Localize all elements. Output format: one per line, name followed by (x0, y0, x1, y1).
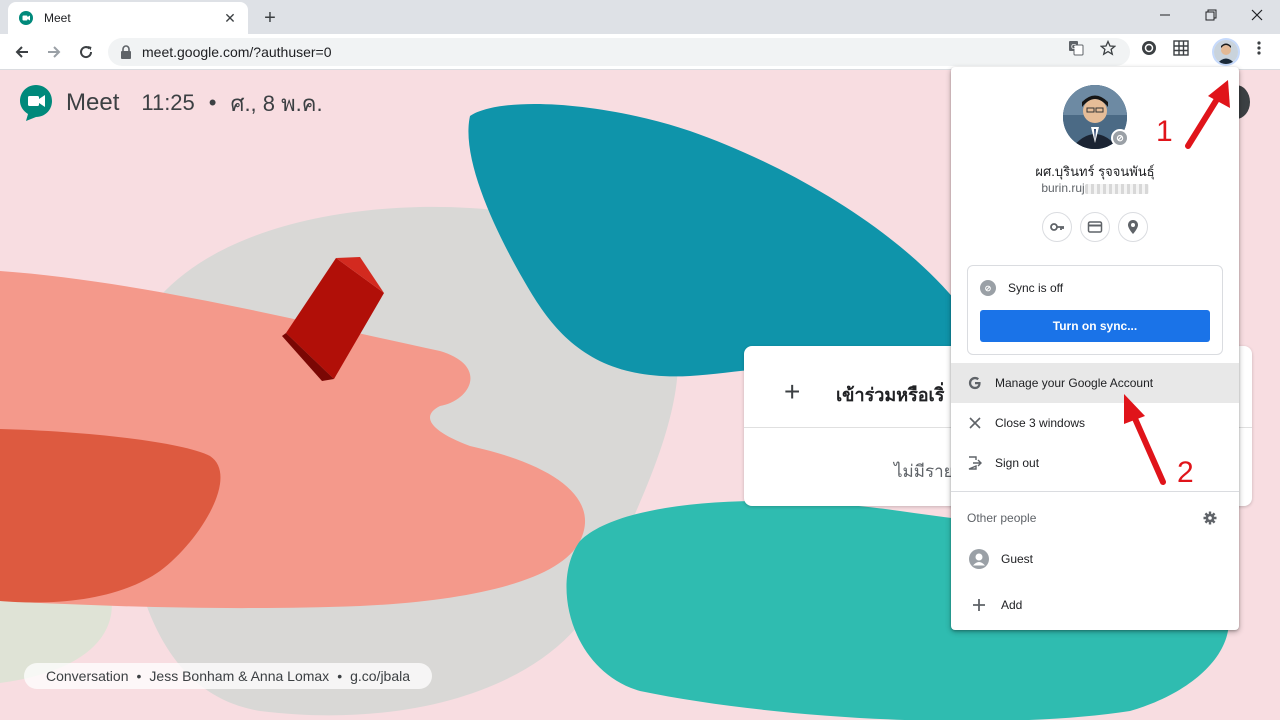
tab-title: Meet (44, 11, 71, 25)
google-g-icon (967, 375, 983, 391)
join-or-start-button[interactable]: เข้าร่วมหรือเริ่ (836, 380, 944, 409)
illustration-credit: Conversation • Jess Bonham & Anna Lomax … (24, 663, 433, 689)
reload-button[interactable] (72, 38, 100, 66)
forward-button[interactable] (40, 38, 68, 66)
close-windows-item[interactable]: Close 3 windows (951, 403, 1239, 443)
add-profile-item[interactable]: Add (951, 585, 1239, 625)
meet-separator: • (208, 90, 217, 115)
bookmark-star-icon[interactable] (1100, 40, 1116, 56)
browser-toolbar: meet.google.com/?authuser=0 G (0, 34, 1280, 70)
menu-divider (951, 491, 1239, 492)
new-tab-button[interactable]: + (258, 6, 282, 30)
sync-box: ⊘ Sync is off Turn on sync... (967, 265, 1223, 355)
chrome-menu-icon[interactable] (1251, 40, 1267, 56)
manage-account-label: Manage your Google Account (995, 376, 1154, 390)
meet-header: Meet 11:25 • ศ., 8 พ.ค. (20, 85, 323, 121)
annotation-step-2: 2 (1177, 456, 1194, 489)
credit-separator: • (136, 668, 142, 684)
svg-text:G: G (1071, 43, 1076, 51)
profile-email: burin.ruj (951, 181, 1239, 195)
no-meetings-text: ไม่มีราย (894, 462, 954, 481)
address-bar[interactable]: meet.google.com/?authuser=0 (108, 38, 1130, 66)
sign-out-item[interactable]: Sign out (951, 443, 1239, 483)
addresses-button[interactable] (1118, 212, 1148, 242)
close-window-button[interactable] (1234, 0, 1280, 30)
reload-icon (80, 46, 93, 59)
annotation-step-1: 1 (1156, 115, 1173, 148)
minimize-button[interactable] (1142, 0, 1188, 30)
forward-arrow-icon (48, 46, 61, 58)
manage-people-gear-icon[interactable] (1201, 509, 1219, 527)
guest-label: Guest (1001, 552, 1034, 566)
plus-icon[interactable]: + (784, 376, 800, 408)
credit-title: Conversation (46, 668, 129, 684)
turn-on-sync-button[interactable]: Turn on sync... (980, 310, 1210, 342)
plus-icon (969, 595, 989, 615)
translate-icon[interactable]: G (1068, 40, 1084, 56)
profile-menu: ⊘ ผศ.บุรินทร์ รุจจนพันธุ์ burin.ruj ⊘ Sy… (951, 67, 1239, 630)
extension-icon[interactable] (1141, 40, 1157, 56)
meet-date: ศ., 8 พ.ค. (230, 90, 323, 116)
meet-title[interactable]: Meet (66, 89, 119, 117)
profile-name: ผศ.บุรินทร์ รุจจนพันธุ์ (1035, 164, 1155, 179)
guest-profile-item[interactable]: Guest (951, 539, 1239, 579)
meet-time: 11:25 (141, 90, 195, 115)
payment-methods-button[interactable] (1080, 212, 1110, 242)
back-button[interactable] (8, 38, 36, 66)
profile-avatar-button[interactable] (1214, 40, 1238, 64)
location-pin-icon (1128, 220, 1138, 234)
tab-meet[interactable]: Meet ✕ (8, 2, 248, 34)
sync-paused-badge-icon: ⊘ (1111, 129, 1129, 147)
apps-grid-icon[interactable] (1173, 40, 1189, 56)
other-people-heading: Other people (967, 511, 1037, 525)
sign-out-label: Sign out (995, 456, 1040, 470)
sync-status: Sync is off (1008, 281, 1064, 295)
credit-card-icon (1087, 221, 1103, 233)
add-label: Add (1001, 598, 1023, 612)
credit-artists: Jess Bonham & Anna Lomax (149, 668, 330, 684)
profile-email-text: burin.ruj (1041, 181, 1085, 195)
guest-avatar-icon (969, 549, 989, 569)
sync-off-icon: ⊘ (980, 280, 996, 296)
lock-icon (120, 45, 132, 59)
manage-google-account-item[interactable]: Manage your Google Account (951, 363, 1239, 403)
close-windows-label: Close 3 windows (995, 416, 1086, 430)
email-redaction (1084, 183, 1149, 194)
credit-link[interactable]: g.co/jbala (350, 668, 410, 684)
url-text: meet.google.com/?authuser=0 (142, 44, 332, 60)
credit-separator: • (337, 668, 343, 684)
close-icon (967, 415, 983, 431)
meet-logo-icon[interactable] (20, 85, 52, 121)
meet-favicon-icon (18, 10, 34, 26)
restore-button[interactable] (1188, 0, 1234, 30)
tab-strip: Meet ✕ + (0, 0, 1280, 34)
key-icon (1050, 223, 1064, 231)
passwords-button[interactable] (1042, 212, 1072, 242)
tab-close-icon[interactable]: ✕ (222, 10, 238, 26)
sign-out-icon (967, 455, 983, 471)
back-arrow-icon (15, 46, 28, 58)
